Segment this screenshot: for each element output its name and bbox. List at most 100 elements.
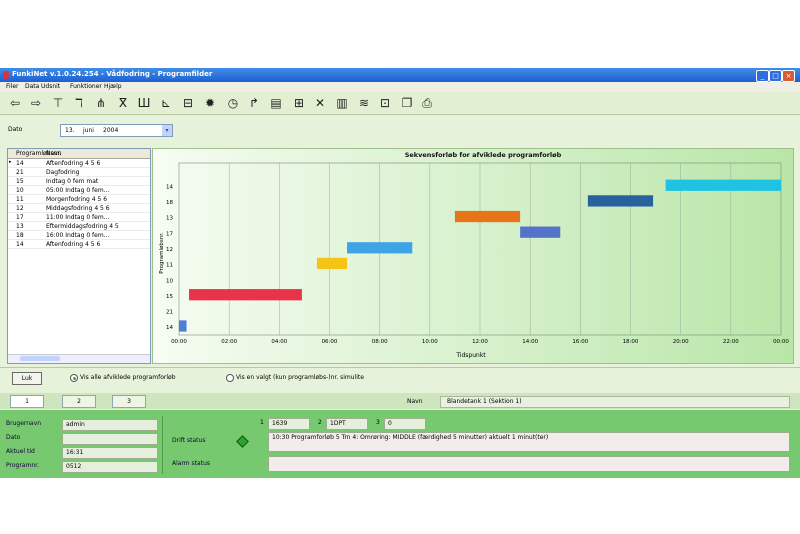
row-number: 14 [16, 160, 24, 167]
list-item[interactable]: 13 Eftermiddagsfodring 4 5 [8, 222, 150, 231]
y-tick-label: 14 [166, 325, 173, 331]
tid-label: Aktuel tid [6, 448, 35, 455]
chart-icon[interactable]: ⊾ [159, 96, 173, 110]
tool6-icon[interactable]: ↱ [247, 96, 261, 110]
x-tick-label: 12:00 [472, 339, 488, 345]
x-tick-label: 18:00 [623, 339, 639, 345]
counter-2-label: 2 [318, 419, 322, 426]
y-tick-label: 10 [166, 278, 173, 284]
timeline-bar [587, 195, 654, 207]
maximize-button[interactable]: □ [769, 70, 782, 82]
date-picker[interactable]: 13. juni 2004 ▾ [60, 124, 173, 137]
tab-1[interactable]: 1 [10, 395, 44, 408]
arrow-left-icon[interactable]: ⇦ [8, 96, 22, 110]
list-item[interactable]: 12 Middagsfodring 4 5 6 [8, 204, 150, 213]
program-field: 0512 [62, 461, 158, 473]
drift-label: Drift status [172, 437, 206, 444]
row-number: 14 [16, 241, 24, 248]
tool-icon[interactable]: ⊤ [51, 96, 65, 110]
date-bar: Dato 13. juni 2004 ▾ [0, 115, 800, 145]
horizontal-scrollbar[interactable] [8, 354, 150, 363]
alarm-field [268, 456, 790, 472]
timeline-bar [179, 320, 187, 332]
row-name: Indtag 0 fem mat [46, 178, 99, 185]
menu-funktioner[interactable]: Funktioner [70, 83, 102, 90]
tool9-icon[interactable]: ⊡ [378, 96, 392, 110]
list-item[interactable]: 14 Aftenfodring 4 5 6 [8, 240, 150, 249]
document-icon[interactable]: ▥ [335, 96, 349, 110]
arrow-right-icon[interactable]: ⇨ [29, 96, 43, 110]
row-number: 17 [16, 214, 24, 221]
x-tick-label: 20:00 [673, 339, 689, 345]
list-item[interactable]: 10 05:00 Indtag 0 fem... [8, 186, 150, 195]
dato-field [62, 433, 158, 445]
x-tick-label: 22:00 [723, 339, 739, 345]
cross-tool-icon[interactable]: ✕ [313, 96, 327, 110]
tool7-icon[interactable]: ⊞ [292, 96, 306, 110]
window-title: FunkiNet v.1.0.24.254 - Vådfodring - Pro… [12, 70, 213, 78]
y-tick-label: 18 [166, 200, 173, 206]
counter-2-field: 1DPT [326, 418, 368, 430]
print-icon[interactable]: ⎙ [420, 96, 434, 110]
menu-data[interactable]: Data [25, 83, 39, 90]
list-item[interactable]: 21 Dagfodring [8, 168, 150, 177]
row-name: Aftenfodring 4 5 6 [46, 241, 101, 248]
tab-3[interactable]: 3 [112, 395, 146, 408]
drift-value: 10:30 Programforløb 5 Trn 4: Omrøring: M… [272, 434, 549, 441]
tool5-icon[interactable]: Ш [137, 96, 151, 110]
copy-icon[interactable]: ❐ [400, 96, 414, 110]
divider [162, 416, 163, 474]
timeline-bar [520, 226, 561, 238]
report-icon[interactable]: ▤ [269, 96, 283, 110]
col-header-navn[interactable]: Navn [46, 150, 62, 157]
list-item[interactable]: 11 Morgenfodring 4 5 6 [8, 195, 150, 204]
tid-field: 16:31 [62, 447, 158, 459]
list-header: Programløbsnr. Navn [8, 149, 150, 159]
x-tick-label: 08:00 [372, 339, 388, 345]
tool2-icon[interactable]: ℸ [72, 96, 86, 110]
radio-all-label: Vis alle afviklede programforløb [80, 374, 176, 381]
list-item[interactable]: 15 Indtag 0 fem mat [8, 177, 150, 186]
row-name: 16:00 Indtag 0 fem... [46, 232, 110, 239]
counter-1-value: 1639 [272, 420, 288, 427]
close-list-button[interactable]: Luk [12, 372, 42, 385]
chevron-down-icon[interactable]: ▾ [162, 125, 172, 136]
settings-icon[interactable]: ⊟ [181, 96, 195, 110]
menu-hjaelp[interactable]: Hjælp [104, 83, 122, 90]
date-day: 13. [65, 127, 75, 134]
alarm-label: Alarm status [172, 460, 210, 467]
x-tick-label: 02:00 [221, 339, 237, 345]
counter-1-field: 1639 [268, 418, 310, 430]
menu-udsnit[interactable]: Udsnit [41, 83, 60, 90]
section-tabs: 1 2 3 Navn Blandetank 1 (Sektion 1) [0, 393, 800, 409]
minimize-button[interactable]: _ [756, 70, 769, 82]
status-panel: Brugernavn admin Dato Aktuel tid 16:31 P… [0, 410, 800, 478]
radio-all[interactable] [70, 374, 78, 382]
x-tick-label: 16:00 [572, 339, 588, 345]
x-tick-label: 00:00 [171, 339, 187, 345]
tool4-icon[interactable]: ⴳ [116, 96, 130, 110]
tab-2[interactable]: 2 [62, 395, 96, 408]
clock-icon[interactable]: ◷ [226, 96, 240, 110]
close-button[interactable]: × [782, 70, 795, 82]
counter-1-label: 1 [260, 419, 264, 426]
row-number: 18 [16, 232, 24, 239]
row-number: 10 [16, 187, 24, 194]
counter-3-field: 0 [384, 418, 426, 430]
list-item[interactable]: ▸ 14 Aftenfodring 4 5 6 [8, 159, 150, 168]
title-bar: FunkiNet v.1.0.24.254 - Vådfodring - Pro… [0, 68, 800, 82]
app-icon [3, 71, 9, 79]
menu-filer[interactable]: Filer [6, 83, 19, 90]
timeline-bar [454, 210, 521, 223]
tool3-icon[interactable]: ⋔ [94, 96, 108, 110]
tool8-icon[interactable]: ≋ [357, 96, 371, 110]
bruger-field: admin [62, 419, 158, 431]
x-tick-label: 00:00 [773, 339, 789, 345]
list-item[interactable]: 17 11:00 Indtag 0 fem... [8, 213, 150, 222]
date-year: 2004 [103, 127, 119, 134]
chart-svg: Sekvensforløb for afviklede programforlø… [159, 151, 796, 359]
gear-icon[interactable]: ✹ [203, 96, 217, 110]
radio-selected[interactable] [226, 374, 234, 382]
x-axis-label: Tidspunkt [455, 352, 486, 359]
list-item[interactable]: 18 16:00 Indtag 0 fem... [8, 231, 150, 240]
